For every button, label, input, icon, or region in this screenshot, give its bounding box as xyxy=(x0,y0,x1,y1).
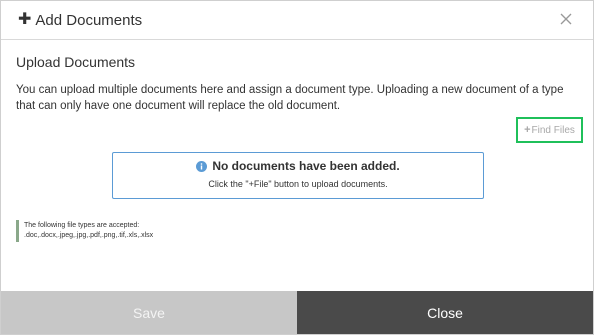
file-types-note: The following file types are accepted: .… xyxy=(16,220,153,242)
empty-state-heading-row: No documents have been added. xyxy=(113,159,483,173)
empty-state-subtext: Click the "+File" button to upload docum… xyxy=(208,179,388,189)
dialog-title: Add Documents xyxy=(35,11,143,29)
find-files-button[interactable]: + Find Files xyxy=(524,124,575,136)
dialog-header: ✚ Add Documents xyxy=(1,1,593,40)
file-types-label: The following file types are accepted: xyxy=(24,222,140,229)
empty-state-heading: No documents have been added. xyxy=(212,159,400,173)
info-icon xyxy=(196,160,208,172)
plus-icon: ✚ xyxy=(18,11,32,28)
close-icon[interactable] xyxy=(559,12,573,26)
empty-state-box: No documents have been added. Click the … xyxy=(112,152,484,199)
upload-description: You can upload multiple documents here a… xyxy=(16,84,564,112)
close-button[interactable]: Close xyxy=(297,291,593,334)
plus-icon: + xyxy=(524,124,531,136)
save-button[interactable]: Save xyxy=(1,291,297,334)
dialog-footer: Save Close xyxy=(1,291,593,334)
section-title: Upload Documents xyxy=(16,54,136,70)
find-files-label: Find Files xyxy=(531,124,575,136)
dialog-body: Upload Documents You can upload multiple… xyxy=(1,40,593,114)
add-documents-dialog: ✚ Add Documents Upload Documents You can… xyxy=(0,0,594,335)
find-files-highlight: + Find Files xyxy=(516,117,583,143)
file-types-list: .doc,.docx,.jpeg,.jpg,.pdf,.png,.tif,.xl… xyxy=(24,232,154,239)
